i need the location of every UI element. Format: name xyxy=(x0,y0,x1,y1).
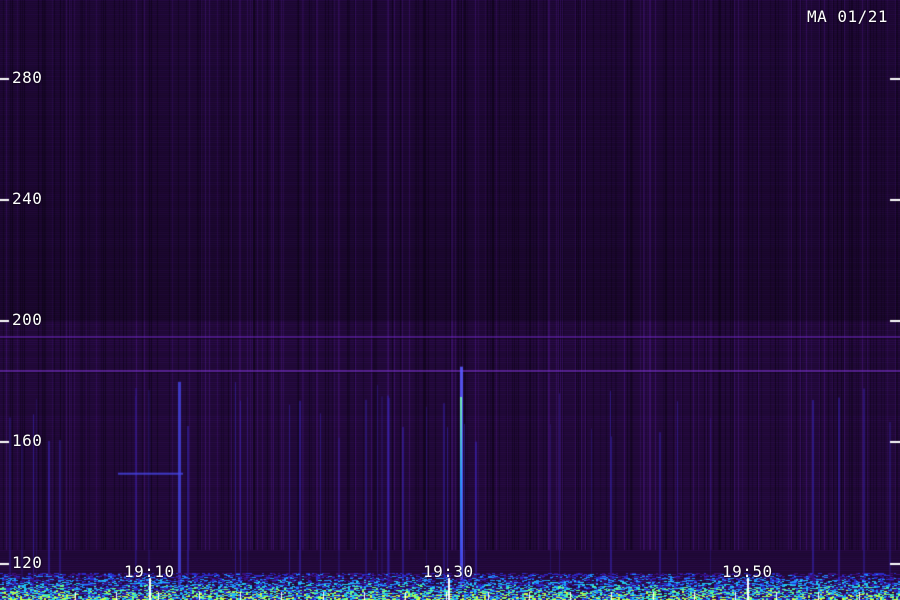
y-tick-label-240: 240 xyxy=(12,189,43,208)
x-tick-label-1910: 19:10 xyxy=(124,562,175,581)
station-date-label: MA 01/21 xyxy=(806,7,888,26)
spectrogram-chart: MA 01/21 280 240 200 160 120 19:10 19:30… xyxy=(0,0,900,600)
y-tick-label-280: 280 xyxy=(12,67,43,87)
y-tick-label-120: 120 xyxy=(12,552,43,572)
x-tick-label-1950: 19:50 xyxy=(722,562,773,581)
y-tick-label-200: 200 xyxy=(12,310,43,330)
spectrogram-plot xyxy=(0,0,900,600)
x-tick-label-1930: 19:30 xyxy=(423,562,474,581)
y-tick-label-160: 160 xyxy=(12,431,43,451)
